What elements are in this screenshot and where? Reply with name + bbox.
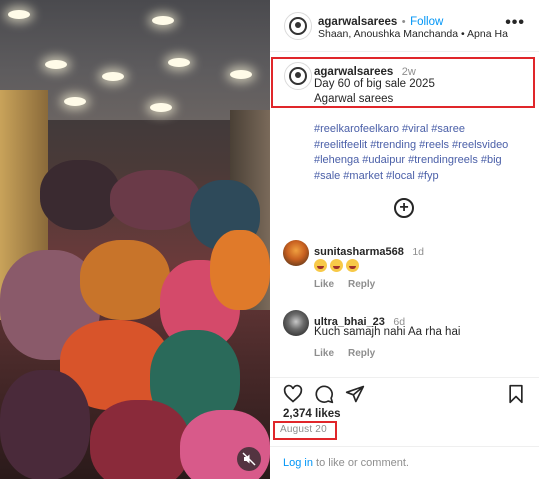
hashtag-link[interactable]: #udaipur — [362, 154, 405, 166]
login-prompt-rest: to like or comment. — [312, 457, 409, 469]
hashtag-link[interactable]: #trending — [370, 139, 416, 151]
comment-item: sunitasharma568 1d Like Reply — [270, 238, 539, 298]
comment-reply-button[interactable]: Reply — [348, 279, 375, 290]
mute-button[interactable] — [237, 447, 261, 471]
hashtag-link[interactable]: #fyp — [418, 170, 439, 182]
hashtag-list: #reelkarofeelkaro #viral #saree #reelitfee… — [314, 122, 539, 184]
comment-item: ultra_bhai_23 6d Kuch samajh nahi Aa rha… — [270, 308, 539, 368]
ceiling-light — [45, 60, 67, 69]
laughing-emoji-icon — [314, 259, 327, 273]
hashtag-link[interactable]: #saree — [431, 123, 465, 135]
hashtag-link[interactable]: #market — [343, 170, 383, 182]
likes-count[interactable]: 2,374 likes — [283, 408, 341, 420]
caption-avatar[interactable] — [284, 62, 312, 90]
crowd-shape — [210, 230, 270, 310]
more-options-icon[interactable]: ••• — [505, 14, 525, 32]
crowd-shape — [0, 370, 90, 479]
hashtag-link[interactable]: #sale — [314, 170, 340, 182]
post-details-panel: agarwalsarees • Follow Shaan, Anoushka M… — [270, 0, 539, 479]
hashtag-link[interactable]: #reelkarofeelkaro — [314, 123, 399, 135]
hashtag-link[interactable]: #lehenga — [314, 154, 359, 166]
ceiling-light — [168, 58, 190, 67]
hashtag-link[interactable]: #big — [481, 154, 502, 166]
profile-avatar[interactable] — [284, 12, 312, 40]
ceiling-light — [150, 103, 172, 112]
share-icon[interactable] — [345, 384, 365, 404]
follow-button[interactable]: Follow — [410, 16, 443, 28]
comment-reply-button[interactable]: Reply — [348, 348, 375, 359]
crowd-shape — [90, 400, 190, 479]
comment-like-button[interactable]: Like — [314, 348, 334, 359]
speaker-muted-icon — [242, 452, 256, 466]
comment-avatar[interactable] — [283, 310, 309, 336]
crowd-shape — [80, 240, 170, 320]
crowd-shape — [180, 410, 270, 479]
hashtag-link[interactable]: #reels — [419, 139, 449, 151]
login-link[interactable]: Log in — [283, 457, 313, 469]
caption-line-1: Day 60 of big sale 2025 — [314, 78, 435, 90]
comment-icon[interactable] — [314, 384, 334, 404]
laughing-emoji-icon — [346, 259, 359, 273]
hashtag-link[interactable]: #viral — [402, 123, 428, 135]
hashtag-link[interactable]: #trendingreels — [408, 154, 478, 166]
comment-time: 1d — [412, 246, 425, 258]
plus-circle-icon[interactable]: + — [394, 198, 414, 218]
crowd-shape — [110, 170, 200, 230]
post-date[interactable]: August 20 — [280, 424, 327, 435]
comment-avatar[interactable] — [283, 240, 309, 266]
ceiling-light — [8, 10, 30, 19]
emoji-reaction-row — [314, 257, 362, 275]
hashtag-link[interactable]: #local — [386, 170, 415, 182]
hashtag-link[interactable]: #reelsvideo — [452, 139, 508, 151]
ceiling-light — [152, 16, 174, 25]
separator-dot: • — [401, 16, 406, 28]
audio-attribution[interactable]: Shaan, Anoushka Manchanda • Apna Ha... — [318, 28, 508, 40]
header-username[interactable]: agarwalsarees — [318, 16, 397, 28]
heart-icon[interactable] — [283, 384, 303, 404]
ceiling-light — [64, 97, 86, 106]
hashtag-link[interactable]: #reelitfeelit — [314, 139, 367, 151]
crowd-shape — [40, 160, 120, 230]
laughing-emoji-icon — [330, 259, 343, 273]
bookmark-icon[interactable] — [506, 384, 526, 404]
ceiling-light — [102, 72, 124, 81]
post-actions-bar — [270, 377, 539, 407]
login-prompt: Log in to like or comment. — [283, 457, 409, 469]
ceiling-light — [230, 70, 252, 79]
comment-like-button[interactable]: Like — [314, 279, 334, 290]
comment-text: Kuch samajh nahi Aa rha hai — [314, 326, 461, 338]
post-header: agarwalsarees • Follow Shaan, Anoushka M… — [270, 0, 539, 52]
caption-line-2: Agarwal sarees — [314, 93, 394, 105]
post-video[interactable] — [0, 0, 270, 479]
